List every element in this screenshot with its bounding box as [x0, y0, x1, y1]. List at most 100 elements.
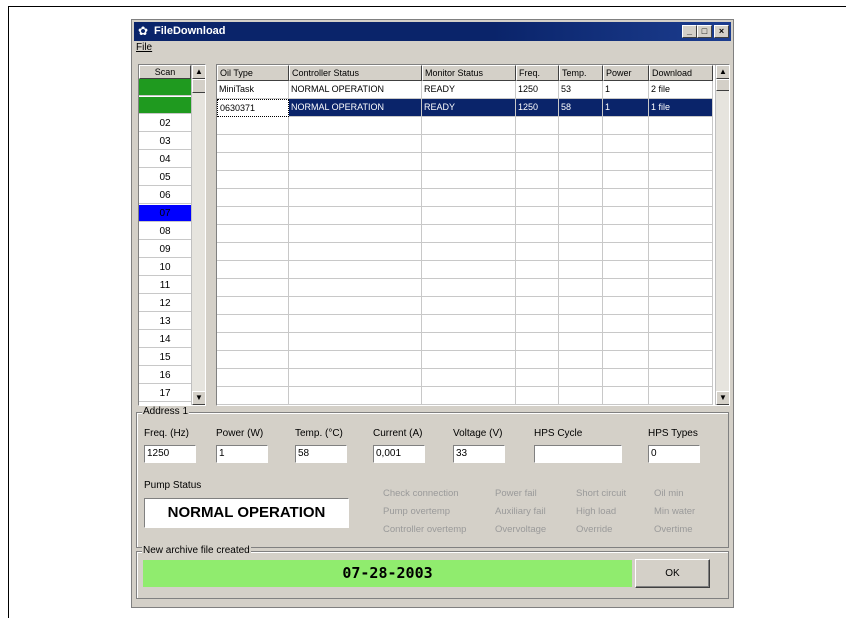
table-cell — [649, 351, 713, 369]
scan-row[interactable]: 13 — [139, 313, 191, 330]
table-scrollbar[interactable]: ▲ ▼ — [715, 65, 729, 405]
table-cell — [289, 351, 422, 369]
scan-row[interactable]: 06 — [139, 187, 191, 204]
table-row[interactable] — [217, 153, 713, 171]
flag-pump-overtemp: Pump overtemp — [383, 506, 451, 517]
menu-file[interactable]: File — [136, 42, 152, 53]
device-table[interactable]: Oil Type Controller Status Monitor Status F… — [216, 64, 730, 406]
current-field[interactable]: 0,001 — [373, 445, 425, 463]
table-row[interactable] — [217, 315, 713, 333]
hps-types-field[interactable]: 0 — [648, 445, 700, 463]
scan-row[interactable]: 08 — [139, 223, 191, 240]
table-cell — [289, 153, 422, 171]
app-icon[interactable]: ✿ — [138, 25, 148, 38]
scroll-up-icon[interactable]: ▲ — [716, 65, 729, 79]
scroll-thumb[interactable] — [716, 79, 729, 91]
table-cell — [649, 207, 713, 225]
scroll-down-icon[interactable]: ▼ — [192, 391, 205, 405]
table-row[interactable] — [217, 261, 713, 279]
hps-cycle-field[interactable] — [534, 445, 622, 463]
table-cell — [217, 315, 289, 333]
table-cell — [289, 117, 422, 135]
scan-row[interactable]: 12 — [139, 295, 191, 312]
table-row[interactable] — [217, 387, 713, 405]
table-row[interactable] — [217, 243, 713, 261]
table-row[interactable] — [217, 225, 713, 243]
table-row[interactable]: MiniTask NORMAL OPERATION READY 1250 53 1 2 fi… — [217, 81, 713, 99]
table-cell: READY — [422, 81, 516, 99]
scan-row[interactable]: 05 — [139, 169, 191, 186]
table-cell — [516, 315, 559, 333]
table-row[interactable] — [217, 297, 713, 315]
title-bar[interactable]: ✿ FileDownload _ □ × — [134, 22, 731, 41]
scan-row[interactable]: 10 — [139, 259, 191, 276]
column-header[interactable]: Oil Type — [217, 65, 289, 81]
flag-override: Override — [576, 524, 613, 535]
minimize-icon[interactable]: _ — [682, 25, 697, 38]
column-header[interactable]: Download — [649, 65, 713, 81]
table-row[interactable] — [217, 117, 713, 135]
table-cell — [289, 207, 422, 225]
table-cell — [217, 279, 289, 297]
table-cell — [649, 171, 713, 189]
table-cell — [603, 135, 649, 153]
close-icon[interactable]: × — [714, 25, 729, 38]
table-cell — [516, 261, 559, 279]
table-row[interactable] — [217, 135, 713, 153]
scan-row[interactable]: 16 — [139, 367, 191, 384]
table-cell — [516, 387, 559, 405]
table-cell — [422, 333, 516, 351]
freq-field[interactable]: 1250 — [144, 445, 196, 463]
temp-field[interactable]: 58 — [295, 445, 347, 463]
table-row[interactable] — [217, 333, 713, 351]
table-cell — [516, 369, 559, 387]
scan-list[interactable]: Scan 02 03 04 05 06 07 08 09 10 11 12 13 14 15 16 17 ▲ … — [138, 64, 206, 406]
table-cell — [516, 351, 559, 369]
scroll-up-icon[interactable]: ▲ — [192, 65, 205, 79]
scroll-down-icon[interactable]: ▼ — [716, 391, 729, 405]
column-header[interactable]: Monitor Status — [422, 65, 516, 81]
table-cell — [559, 351, 603, 369]
table-cell — [603, 225, 649, 243]
scan-row[interactable] — [139, 97, 191, 114]
table-row[interactable] — [217, 207, 713, 225]
scan-row[interactable]: 04 — [139, 151, 191, 168]
column-header[interactable]: Power — [603, 65, 649, 81]
table-row[interactable] — [217, 369, 713, 387]
table-row[interactable]: 0630371 NORMAL OPERATION READY 1250 58 1 1 fil… — [217, 99, 713, 117]
table-row[interactable] — [217, 279, 713, 297]
scan-row[interactable]: 02 — [139, 115, 191, 132]
table-cell — [559, 243, 603, 261]
table-row[interactable] — [217, 171, 713, 189]
scan-row[interactable]: 17 — [139, 385, 191, 402]
table-row[interactable] — [217, 189, 713, 207]
scan-header[interactable]: Scan — [139, 65, 191, 79]
ok-button[interactable]: OK — [635, 559, 710, 588]
freq-label: Freq. (Hz) — [144, 428, 189, 439]
maximize-icon[interactable]: □ — [697, 25, 712, 38]
table-row[interactable] — [217, 351, 713, 369]
table-cell — [422, 225, 516, 243]
scan-scrollbar[interactable]: ▲ ▼ — [191, 65, 205, 405]
column-header[interactable]: Temp. — [559, 65, 603, 81]
scroll-thumb[interactable] — [192, 79, 205, 93]
column-header[interactable]: Controller Status — [289, 65, 422, 81]
voltage-field[interactable]: 33 — [453, 445, 505, 463]
table-cell — [559, 207, 603, 225]
scan-row[interactable]: 11 — [139, 277, 191, 294]
table-cell — [603, 189, 649, 207]
power-field[interactable]: 1 — [216, 445, 268, 463]
scan-row[interactable]: 15 — [139, 349, 191, 366]
table-cell — [649, 117, 713, 135]
table-cell — [217, 369, 289, 387]
column-header[interactable]: Freq. — [516, 65, 559, 81]
scan-row[interactable]: 03 — [139, 133, 191, 150]
scan-row[interactable]: 07 — [139, 205, 191, 222]
menu-bar: File — [136, 42, 152, 58]
table-cell — [422, 117, 516, 135]
table-cell — [649, 243, 713, 261]
scan-row[interactable]: 14 — [139, 331, 191, 348]
flag-power-fail: Power fail — [495, 488, 537, 499]
scan-row[interactable]: 09 — [139, 241, 191, 258]
scan-row[interactable] — [139, 79, 191, 96]
